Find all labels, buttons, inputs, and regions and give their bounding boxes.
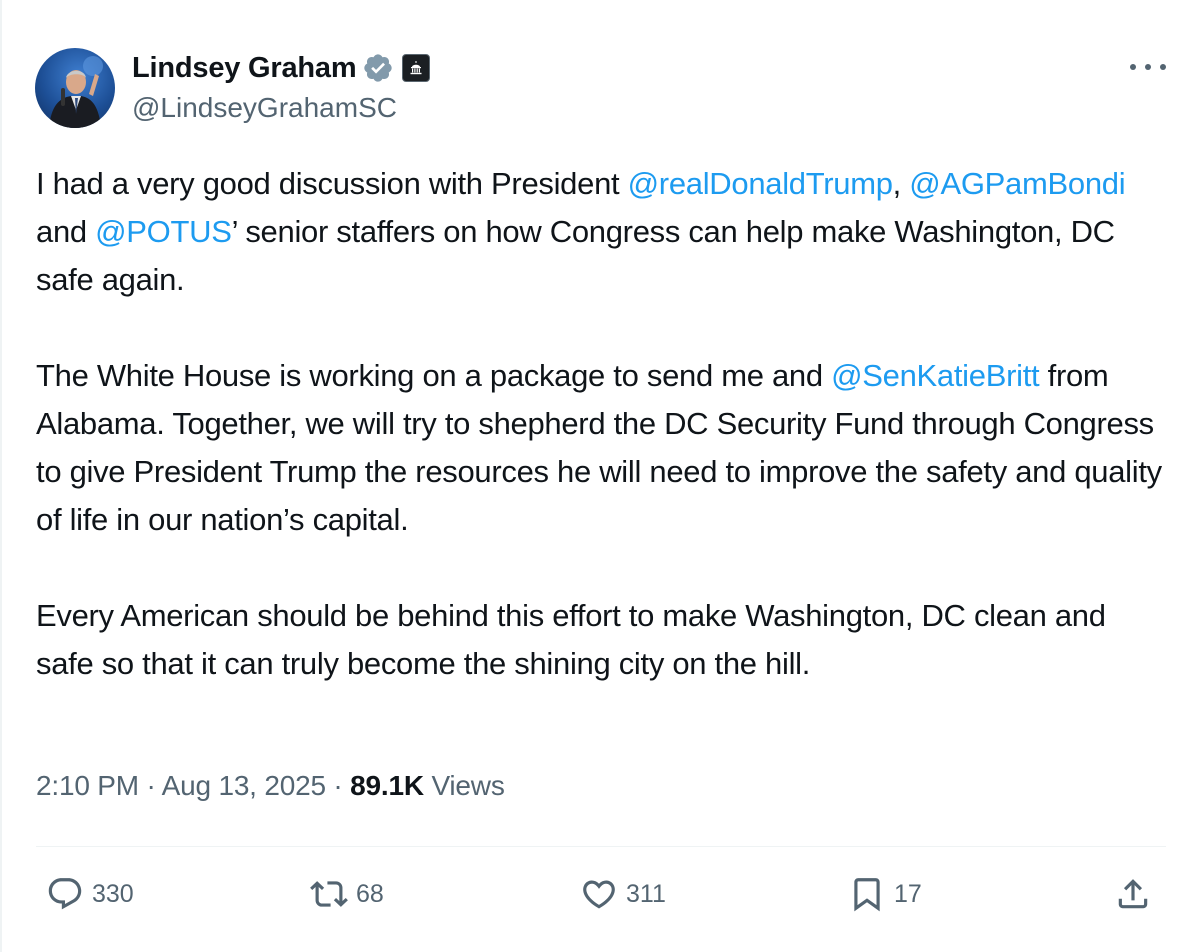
mention-link[interactable]: @SenKatieBritt xyxy=(831,358,1040,393)
tweet-text-segment: Every American should be behind this eff… xyxy=(36,598,1106,681)
bookmark-icon xyxy=(854,878,880,912)
meta-separator: · xyxy=(138,770,162,801)
tweet-date[interactable]: Aug 13, 2025 xyxy=(162,770,326,801)
tweet-text: I had a very good discussion with Presid… xyxy=(36,160,1171,688)
more-options-button[interactable] xyxy=(1128,52,1168,82)
retweet-icon xyxy=(310,881,348,907)
author-handle[interactable]: @LindseyGrahamSC xyxy=(132,92,397,124)
mention-link[interactable]: @realDonaldTrump xyxy=(628,166,893,201)
views-count: 89.1K xyxy=(350,770,424,801)
tweet-time[interactable]: 2:10 PM xyxy=(36,770,139,801)
more-dot-icon xyxy=(1160,64,1166,70)
tweet-text-segment: , xyxy=(892,166,910,201)
reply-icon xyxy=(48,878,82,910)
like-count: 311 xyxy=(626,879,666,908)
tweet-paragraph: I had a very good discussion with Presid… xyxy=(36,160,1171,304)
tweet-text-segment: I had a very good discussion with Presid… xyxy=(36,166,628,201)
tweet-text-segment: and xyxy=(36,214,96,249)
retweet-count: 68 xyxy=(356,879,384,908)
tweet-paragraph: The White House is working on a package … xyxy=(36,352,1171,544)
more-dot-icon xyxy=(1145,64,1151,70)
reply-button[interactable]: 330 xyxy=(46,872,134,916)
mention-link[interactable]: @POTUS xyxy=(95,214,232,249)
reply-count: 330 xyxy=(92,879,134,908)
tweet-text-segment: The White House is working on a package … xyxy=(36,358,832,393)
tweet-card: Lindsey Graham @LindseyGrahamSC I had a … xyxy=(0,0,1198,952)
avatar-photo-icon xyxy=(49,56,103,128)
bookmark-count: 17 xyxy=(894,879,922,908)
like-button[interactable]: 311 xyxy=(580,872,666,916)
divider xyxy=(36,846,1166,847)
capitol-building-icon[interactable] xyxy=(402,54,431,82)
views-label: Views xyxy=(423,770,505,801)
mention-link[interactable]: @AGPamBondi xyxy=(909,166,1125,201)
share-button[interactable] xyxy=(1114,872,1152,916)
heart-icon xyxy=(583,880,615,909)
more-dot-icon xyxy=(1130,64,1136,70)
meta-separator: · xyxy=(325,770,351,801)
verified-badge-icon[interactable] xyxy=(362,52,394,84)
author-name-row: Lindsey Graham xyxy=(132,50,431,86)
tweet-meta: 2:10 PM · Aug 13, 2025 · 89.1K Views xyxy=(36,770,505,802)
tweet-paragraph: Every American should be behind this eff… xyxy=(36,592,1171,688)
author-name[interactable]: Lindsey Graham xyxy=(132,52,357,85)
bookmark-button[interactable]: 17 xyxy=(848,872,922,916)
card-border xyxy=(0,0,2,952)
retweet-button[interactable]: 68 xyxy=(310,872,384,916)
author-avatar[interactable] xyxy=(35,48,115,128)
share-icon xyxy=(1118,879,1148,909)
